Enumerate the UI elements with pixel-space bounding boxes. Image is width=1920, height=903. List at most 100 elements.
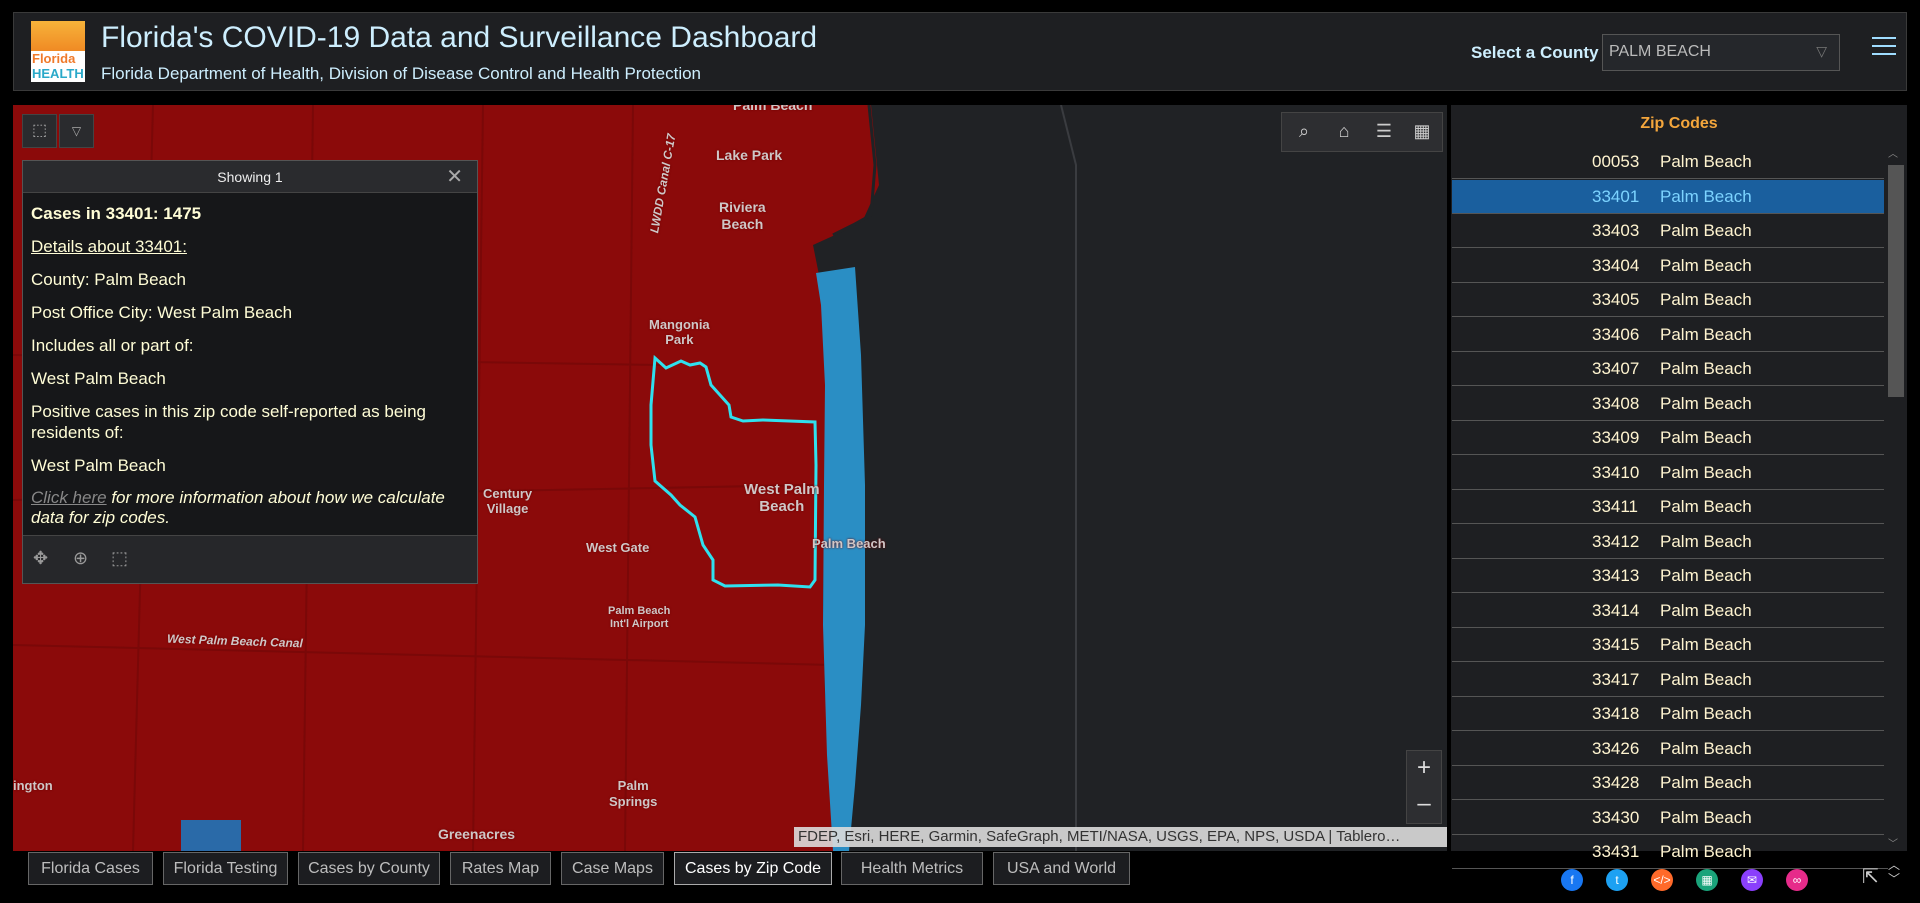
- zip-list-item[interactable]: 33417 Palm Beach: [1452, 663, 1888, 697]
- map-label-lake-park: Lake Park: [716, 147, 783, 163]
- zip-county-name: Palm Beach: [1660, 359, 1752, 378]
- zip-list-item[interactable]: 33412 Palm Beach: [1452, 525, 1888, 559]
- zip-code-list-panel: Zip Codes 00053 Palm Beach 33401 Palm Beach…: [1451, 105, 1907, 869]
- zip-list-item[interactable]: 33411 Palm Beach: [1452, 490, 1888, 524]
- zip-list-item[interactable]: 33415 Palm Beach: [1452, 628, 1888, 662]
- zip-list-item[interactable]: 33409 Palm Beach: [1452, 421, 1888, 455]
- zip-list-item[interactable]: 33428 Palm Beach: [1452, 766, 1888, 800]
- tab-usa-and-world[interactable]: USA and World: [993, 852, 1130, 885]
- click-here-link[interactable]: Click here: [31, 488, 107, 507]
- open-external-icon[interactable]: ⇱: [1862, 864, 1884, 888]
- zip-list-item[interactable]: 33405 Palm Beach: [1452, 283, 1888, 317]
- scroll-up-icon[interactable]: ︿: [1888, 145, 1898, 160]
- zip-code: 33405: [1592, 290, 1640, 309]
- select-feature-icon[interactable]: ⬚: [111, 548, 128, 569]
- tab-case-maps[interactable]: Case Maps: [561, 852, 664, 885]
- zoom-out-button[interactable]: –: [1407, 787, 1441, 823]
- zip-code: 33428: [1592, 773, 1640, 792]
- dashboard-header: Florida HEALTH Florida's COVID-19 Data a…: [13, 12, 1907, 91]
- home-icon[interactable]: ⌂: [1332, 121, 1356, 143]
- zip-list-item[interactable]: 33414 Palm Beach: [1452, 594, 1888, 628]
- popup-county: County: Palm Beach: [31, 270, 186, 289]
- tab-florida-cases[interactable]: Florida Cases: [28, 852, 153, 885]
- page-title: Florida's COVID-19 Data and Surveillance…: [101, 21, 818, 54]
- search-icon[interactable]: ⌕: [1292, 121, 1316, 143]
- zip-code: 33410: [1592, 462, 1640, 482]
- tab-cases-by-zip-code[interactable]: Cases by Zip Code: [674, 852, 832, 885]
- zip-county-name: Palm Beach: [1660, 669, 1752, 689]
- zip-code: 33431: [1592, 842, 1640, 861]
- embed-icon[interactable]: </>: [1651, 869, 1673, 891]
- zip-county-name: Palm Beach: [1660, 600, 1752, 620]
- zip-list-item[interactable]: 33418 Palm Beach: [1452, 697, 1888, 731]
- zip-code: 33407: [1592, 359, 1640, 378]
- zip-list-item[interactable]: 33403 Palm Beach: [1452, 214, 1888, 248]
- zip-list-item[interactable]: 33431 Palm Beach: [1452, 835, 1888, 869]
- zip-code: 33409: [1592, 428, 1640, 447]
- zip-list-item[interactable]: 33404 Palm Beach: [1452, 249, 1888, 283]
- zoom-in-button[interactable]: +: [1407, 751, 1441, 787]
- zip-county-name: Palm Beach: [1660, 290, 1752, 309]
- hamburger-menu-icon[interactable]: [1872, 37, 1896, 59]
- zip-code: 33411: [1592, 497, 1639, 516]
- basemap-gallery-icon[interactable]: ▦: [1410, 121, 1434, 143]
- map-attribution[interactable]: FDEP, Esri, HERE, Garmin, SafeGraph, MET…: [794, 827, 1447, 847]
- popup-more-info: Click here for more information about ho…: [31, 488, 469, 528]
- twitter-icon[interactable]: t: [1606, 869, 1628, 891]
- page-scroll-arrows[interactable]: ︿ ﹀: [1888, 858, 1900, 886]
- link-icon[interactable]: ∞: [1786, 869, 1808, 891]
- zip-code: 33406: [1592, 324, 1640, 344]
- map-label-west-gate: West Gate: [586, 540, 650, 555]
- zip-list-item[interactable]: 33401 Palm Beach: [1452, 179, 1888, 214]
- zip-list-item[interactable]: 33406 Palm Beach: [1452, 318, 1888, 352]
- zoom-to-icon[interactable]: ⊕: [73, 548, 88, 569]
- zip-list-item[interactable]: 33426 Palm Beach: [1452, 732, 1888, 766]
- zip-code: 33418: [1592, 704, 1640, 723]
- feature-popup: Showing 1 ✕ Cases in 33401: 1475 Details…: [22, 160, 478, 584]
- zip-county-name: Palm Beach: [1660, 531, 1752, 551]
- florida-health-logo: Florida HEALTH: [31, 21, 85, 82]
- zip-county-name: Palm Beach: [1660, 566, 1752, 585]
- chevron-down-icon: ▽: [1816, 43, 1827, 59]
- classroom-icon[interactable]: ▦: [1696, 869, 1718, 891]
- tab-florida-testing[interactable]: Florida Testing: [163, 852, 288, 885]
- zip-list-item[interactable]: 33410 Palm Beach: [1452, 456, 1888, 490]
- zip-county-name: Palm Beach: [1660, 221, 1752, 240]
- map-toolbar: ⌕ ⌂ ☰ ▦: [1281, 112, 1443, 152]
- zip-code: 33412: [1592, 531, 1640, 551]
- scroll-thumb[interactable]: [1888, 165, 1904, 397]
- zip-list-item[interactable]: 33413 Palm Beach: [1452, 559, 1888, 593]
- facebook-icon[interactable]: f: [1561, 869, 1583, 891]
- zip-list-item[interactable]: 00053 Palm Beach: [1452, 145, 1888, 179]
- select-tool-dropdown[interactable]: ▽: [59, 114, 94, 148]
- zip-county-name: Palm Beach: [1660, 635, 1752, 654]
- zip-list-item[interactable]: 33408 Palm Beach: [1452, 387, 1888, 421]
- scroll-down-icon[interactable]: ﹀: [1888, 835, 1898, 850]
- popup-residents-value: West Palm Beach: [31, 456, 166, 475]
- map-label-airport: Palm Beach Int'l Airport: [608, 605, 671, 630]
- tab-cases-by-county[interactable]: Cases by County: [298, 852, 440, 885]
- zip-code: 33426: [1592, 738, 1640, 758]
- map-label-mangonia-park: Mangonia Park: [649, 317, 710, 347]
- zip-list-item[interactable]: 33407 Palm Beach: [1452, 352, 1888, 386]
- legend-list-icon[interactable]: ☰: [1372, 121, 1396, 143]
- popup-body: Cases in 33401: 1475 Details about 33401…: [23, 193, 477, 528]
- county-dropdown[interactable]: PALM BEACH ▽: [1602, 34, 1840, 71]
- map-label-palm-springs: Palm Springs: [609, 778, 658, 809]
- logo-text-florida: Florida: [32, 51, 76, 66]
- tab-health-metrics[interactable]: Health Metrics: [841, 852, 983, 885]
- zip-list-title: Zip Codes: [1640, 115, 1718, 132]
- close-icon[interactable]: ✕: [446, 161, 463, 193]
- tab-rates-map[interactable]: Rates Map: [450, 852, 551, 885]
- email-icon[interactable]: ✉: [1741, 869, 1763, 891]
- zip-list-scrollbar[interactable]: ︿ ﹀: [1884, 145, 1906, 851]
- zip-list-item[interactable]: 33430 Palm Beach: [1452, 801, 1888, 835]
- pan-to-icon[interactable]: ✥: [33, 548, 48, 569]
- map-label-riviera-beach: Riviera Beach: [719, 199, 766, 232]
- zip-code: 33403: [1592, 221, 1640, 240]
- select-tool-button[interactable]: ⬚: [22, 114, 57, 148]
- popup-cases: Cases in 33401: 1475: [31, 204, 202, 223]
- zip-county-name: Palm Beach: [1660, 842, 1752, 861]
- zip-code: 33417: [1592, 669, 1640, 689]
- zip-county-name: Palm Beach: [1660, 255, 1752, 275]
